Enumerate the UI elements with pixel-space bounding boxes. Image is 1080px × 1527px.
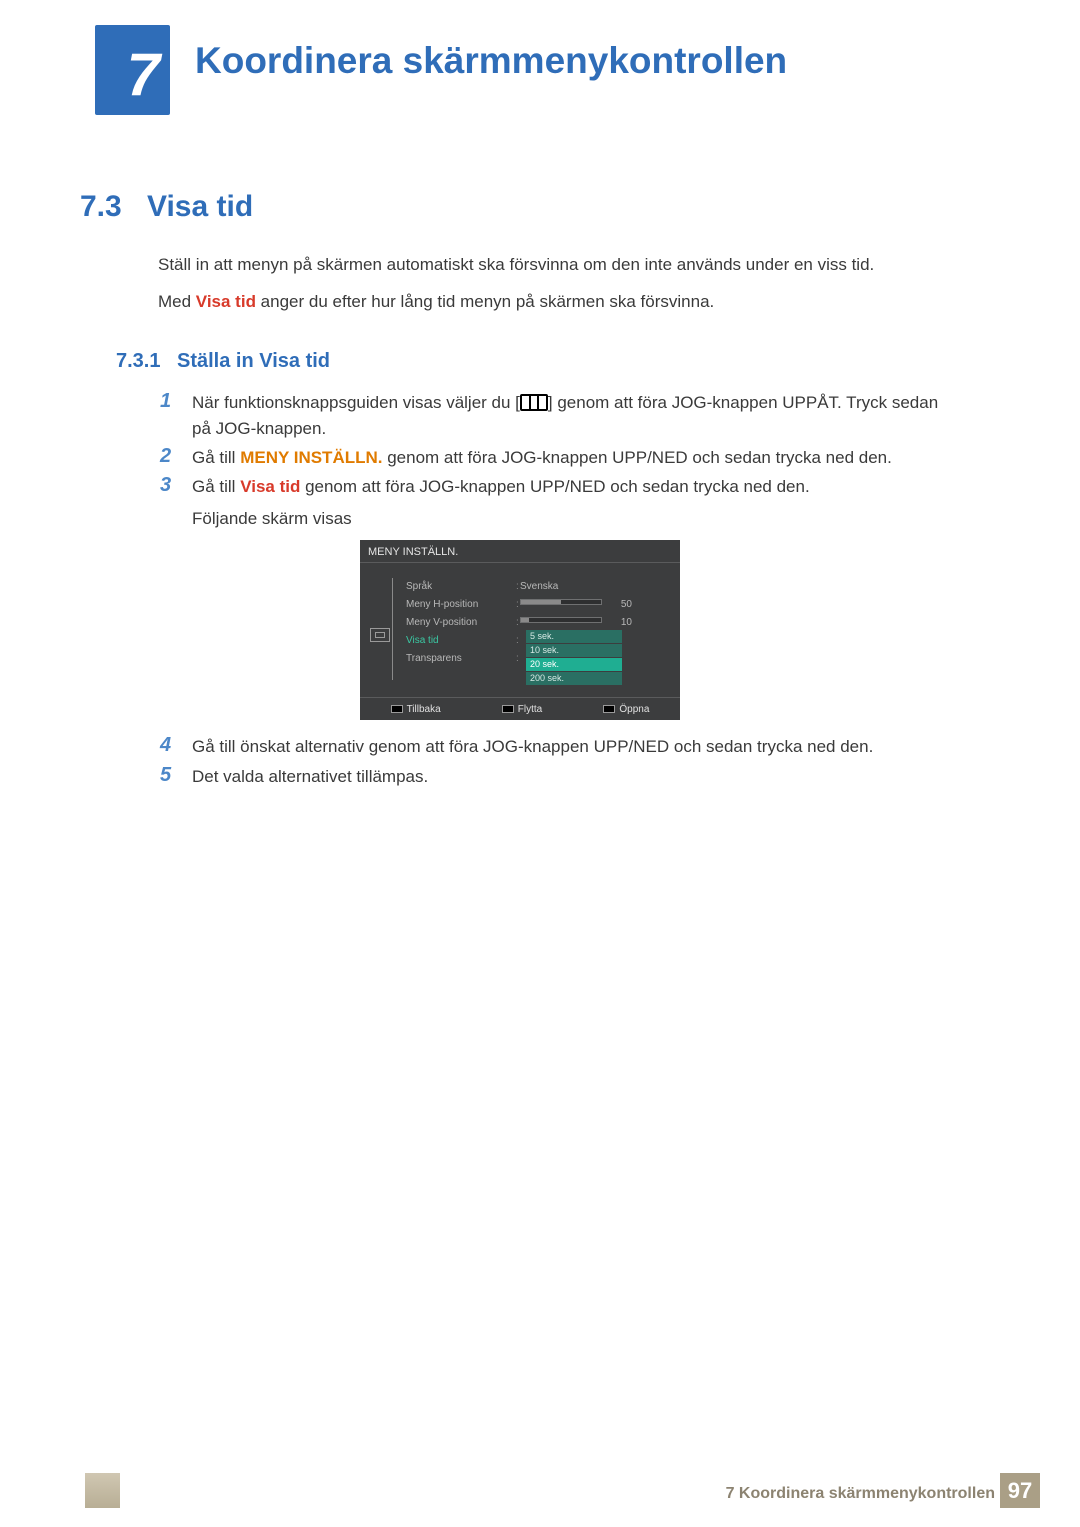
step-3: 3 Gå till Visa tid genom att föra JOG-kn…: [160, 474, 940, 533]
osd-label-v: Meny V-position: [406, 614, 478, 632]
footer-text: 7 Koordinera skärmmenykontrollen: [726, 1485, 995, 1503]
osd-move-t: Flytta: [518, 704, 542, 715]
osd-bar-h: [520, 599, 602, 605]
osd-opt-10: 10 sek.: [526, 644, 622, 657]
subsection-number: 7.3.1: [116, 350, 160, 373]
osd-move: Flytta: [502, 704, 542, 715]
p2-pre: Med: [158, 292, 196, 311]
osd-sep: :::::: [516, 578, 519, 668]
osd-opt-200: 200 sek.: [526, 672, 622, 685]
step-1: 1 När funktionsknappsguiden visas väljer…: [160, 390, 940, 443]
osd-opt-5: 5 sek.: [526, 630, 622, 643]
section-title: Visa tid: [147, 190, 253, 224]
footer-bar: [85, 1473, 120, 1508]
footer-page-number: 97: [1000, 1473, 1040, 1508]
osd-label-lang: Språk: [406, 578, 478, 596]
step-2: 2 Gå till MENY INSTÄLLN. genom att föra …: [160, 445, 940, 471]
s2-post: genom att föra JOG-knappen UPP/NED och s…: [383, 448, 892, 467]
section-number: 7.3: [80, 190, 122, 224]
s2-term: MENY INSTÄLLN.: [240, 448, 382, 467]
osd-values: Svenska 50 10: [520, 578, 632, 632]
s4-t: Gå till önskat alternativ genom att föra…: [192, 734, 940, 760]
osd-tree: [392, 578, 402, 680]
s3-term: Visa tid: [240, 477, 300, 496]
osd-screenshot: MENY INSTÄLLN. Språk Meny H-position Men…: [360, 540, 680, 720]
step-num-5: 5: [160, 764, 171, 787]
osd-footer: Tillbaka Flytta Öppna: [360, 698, 680, 720]
chapter-badge: 7: [95, 25, 170, 115]
osd-rule-top: [360, 562, 680, 563]
step-num-1: 1: [160, 390, 171, 413]
osd-open: Öppna: [603, 704, 649, 715]
osd-back: Tillbaka: [391, 704, 441, 715]
s2-pre: Gå till: [192, 448, 240, 467]
s5-t: Det valda alternativet tillämpas.: [192, 764, 940, 790]
osd-title: MENY INSTÄLLN.: [368, 546, 458, 558]
osd-opt-20: 20 sek.: [526, 658, 622, 671]
p2-term: Visa tid: [196, 292, 256, 311]
back-icon: [391, 705, 403, 713]
osd-val-h: 50: [608, 596, 632, 614]
osd-side-icon: [370, 628, 390, 642]
menu-icon: [520, 394, 548, 411]
osd-options: 5 sek. 10 sek. 20 sek. 200 sek.: [526, 630, 622, 686]
subsection-title: Ställa in Visa tid: [177, 350, 330, 373]
step-num-2: 2: [160, 445, 171, 468]
p2-post: anger du efter hur lång tid menyn på skä…: [256, 292, 714, 311]
paragraph-1: Ställ in att menyn på skärmen automatisk…: [158, 253, 874, 277]
step-num-4: 4: [160, 734, 171, 757]
step-5: 5 Det valda alternativet tillämpas.: [160, 764, 940, 790]
osd-label-visa: Visa tid: [406, 632, 478, 650]
step-4: 4 Gå till önskat alternativ genom att fö…: [160, 734, 940, 760]
osd-val-lang: Svenska: [520, 578, 632, 596]
osd-bar-v: [520, 617, 602, 623]
s1-pre: När funktionsknappsguiden visas väljer d…: [192, 393, 520, 412]
osd-labels: Språk Meny H-position Meny V-position Vi…: [406, 578, 478, 668]
s3-d: Följande skärm visas: [192, 506, 940, 532]
s3-post: genom att föra JOG-knappen UPP/NED och s…: [300, 477, 809, 496]
chapter-title: Koordinera skärmmenykontrollen: [195, 40, 787, 82]
chapter-number: 7: [127, 40, 160, 109]
paragraph-2: Med Visa tid anger du efter hur lång tid…: [158, 290, 714, 314]
osd-label-h: Meny H-position: [406, 596, 478, 614]
osd-back-t: Tillbaka: [407, 704, 441, 715]
step-num-3: 3: [160, 474, 171, 497]
osd-label-trans: Transparens: [406, 650, 478, 668]
s3-pre: Gå till: [192, 477, 240, 496]
move-icon: [502, 705, 514, 713]
open-icon: [603, 705, 615, 713]
osd-open-t: Öppna: [619, 704, 649, 715]
